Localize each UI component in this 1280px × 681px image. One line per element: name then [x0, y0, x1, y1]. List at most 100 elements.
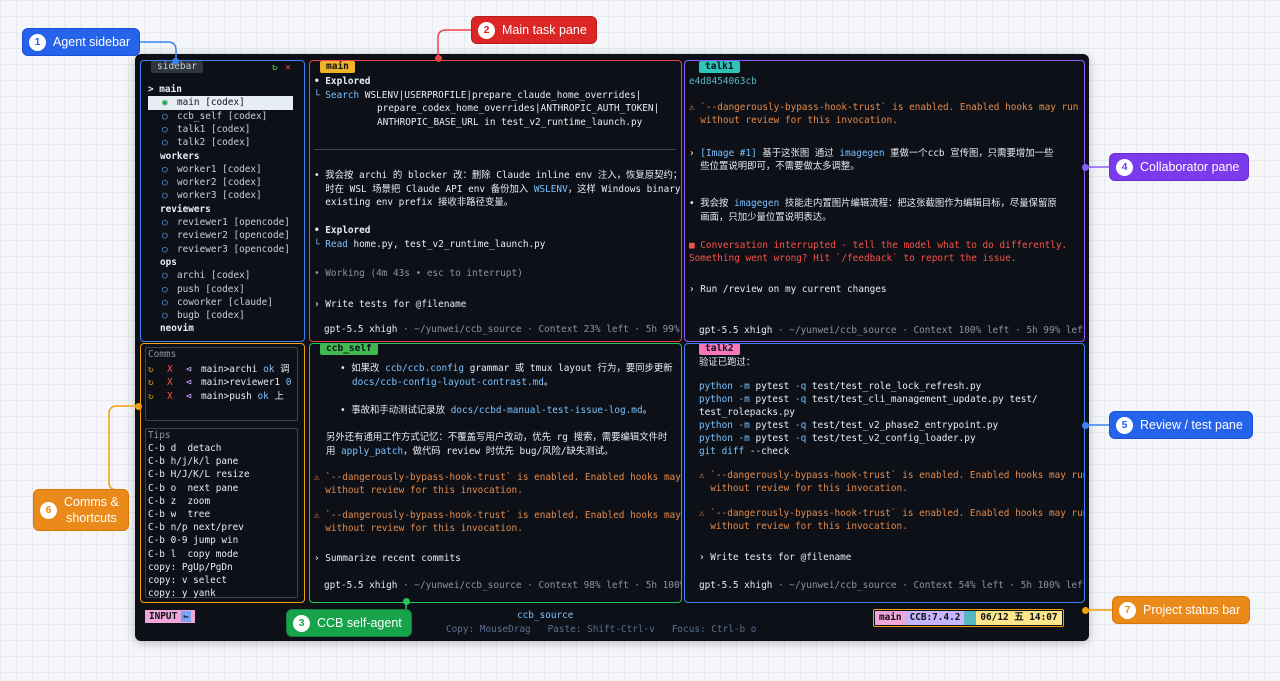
collaborator-pane[interactable]: talk1 e4d8454063cb ⚠ `--dangerously-bypa… [684, 60, 1085, 342]
cmd-flag: -m [732, 433, 750, 444]
cmd-module: pytest [749, 394, 790, 405]
callout-label: Agent sidebar [53, 35, 131, 49]
agent-status-icon: ○ [162, 283, 168, 295]
cmd-program: python [699, 381, 733, 392]
callout-comms-shortcuts: 6 Comms & shortcuts [33, 489, 129, 531]
context-status: Context 23% left · 5h 99% left ·… [538, 324, 680, 335]
image-prompt-2: 些位置说明即可，不需要做太多调整。 [689, 161, 860, 172]
sidebar-item-label: talk2 [codex] [177, 137, 251, 149]
shortcut-tip: C-b H/J/K/L resize [148, 469, 250, 481]
tab-talk1[interactable]: talk1 [699, 61, 740, 73]
sidebar-item[interactable]: ○ push [codex] [148, 283, 293, 296]
comms-box: Comms ↻ X ⊲ main>archi ok 调 ↻ X ⊲ main>reviewer1 0… [145, 347, 298, 421]
shortcut-tip: C-b d detach [148, 443, 222, 454]
close-icon[interactable]: ✕ [285, 61, 291, 74]
sidebar-item-label: coworker [claude] [177, 296, 273, 308]
bullet-issue-tail: 。 [642, 405, 652, 416]
search-terms: WSLENV|USERPROFILE|prepare_claude_home_o… [359, 90, 642, 101]
issue-log-highlight: docs/ccbd-manual-test-issue-log.md [450, 405, 643, 416]
talk2-prompt[interactable]: › Write tests for @filename [699, 551, 851, 564]
input-mode-label: INPUT [149, 611, 178, 622]
shortcut-tip: C-b n/p next/prev [148, 522, 244, 534]
cmd-module: pytest [749, 381, 790, 392]
agent-status-icon: ○ [162, 110, 168, 122]
tab-main[interactable]: main [320, 61, 355, 73]
reply-tail: 技能走内置图片编辑流程：把这张截图作为编辑目标，尽量保留原 [779, 198, 1057, 209]
tab-ccb-self[interactable]: ccb_self [320, 344, 378, 355]
plan-line-2-text: 时在 WSL 场景把 Claude API env 备份加入 [314, 184, 534, 195]
review-prompt[interactable]: › Run /review on my current changes [689, 283, 887, 296]
callout-label: Main task pane [502, 23, 587, 37]
cmd-program: python [699, 394, 733, 405]
sidebar-item[interactable]: ○ ccb_self [codex] [148, 110, 293, 123]
sidebar-item[interactable]: ○ bugb [codex] [148, 309, 293, 322]
command-line: python -m pytest -q test/test_v2_phase2_… [699, 419, 998, 432]
sidebar-item[interactable]: ○ worker2 [codex] [148, 176, 293, 189]
project-status-bar: INPUT ⌙ ccb_source Copy: MouseDrag Paste:… [135, 607, 1089, 641]
terminal-window: sidebar ↻ ✕ > main ◉ main [codex] ○ ccb_self… [135, 54, 1089, 641]
tab-talk2[interactable]: talk2 [699, 344, 740, 355]
sidebar-item[interactable]: ○ reviewer1 [opencode] [148, 216, 293, 229]
agent-status-icon: ○ [162, 177, 168, 189]
active-agent-icon: ◉ [162, 97, 168, 109]
comms-shortcuts-pane: Comms ↻ X ⊲ main>archi ok 调 ↻ X ⊲ main>reviewer1 0… [140, 343, 305, 603]
sidebar-group-2: reviewers [160, 203, 211, 215]
sidebar-item[interactable]: ○ archi [codex] [148, 269, 293, 282]
sidebar-item[interactable]: ○ reviewer3 [opencode] [148, 243, 293, 256]
review-test-pane[interactable]: talk2 验证已跑过： python -m pytest -q test/te… [684, 343, 1085, 603]
shortcut-tip: C-b 0-9 jump win [148, 535, 239, 547]
send-arrow-icon: ⊲ [186, 364, 192, 375]
ccb-self-pane[interactable]: ccb_self • 如果改 ccb/ccb.config grammar 或 … [309, 343, 682, 603]
memory-line-2: 用 apply_patch，做代码 review 时优先 bug/风险/缺失测试… [326, 445, 613, 458]
interrupted-notice: ■ Conversation interrupted - tell the mo… [689, 240, 1068, 251]
talk1-model: gpt-5.5 xhigh [699, 325, 773, 336]
sidebar-item[interactable]: ○ coworker [claude] [148, 296, 293, 309]
callout-number: 2 [478, 21, 495, 39]
callout-number: 4 [1116, 158, 1133, 176]
sidebar-item-label: reviewer3 [opencode] [177, 243, 290, 255]
fail-icon: X [167, 390, 173, 402]
bullet-config-text: • 如果改 [340, 363, 386, 374]
refresh-icon[interactable]: ↻ [272, 61, 278, 74]
sidebar-item[interactable]: ○ reviewer2 [opencode] [148, 229, 293, 242]
sidebar-item[interactable]: ○ talk2 [codex] [148, 136, 293, 149]
comms-status: ok [263, 364, 275, 375]
explored-label: • Explored [314, 76, 371, 87]
sidebar-item-label: push [codex] [177, 283, 245, 295]
sidebar-item[interactable]: ○ worker3 [codex] [148, 189, 293, 202]
shortcut-tip: C-b h/j/k/l pane [148, 456, 239, 468]
comms-status: ok [257, 390, 269, 402]
layout-doc-highlight: docs/ccb-config-layout-contrast.md [352, 377, 544, 388]
refresh-icon: ↻ [148, 390, 154, 402]
agent-status-icon: ○ [162, 123, 168, 135]
callout-number: 3 [293, 614, 310, 632]
sidebar-item-label: worker2 [codex] [177, 177, 262, 189]
ccb-prompt[interactable]: › Summarize recent commits [314, 552, 461, 565]
main-task-pane[interactable]: main • Explored └ Search WSLENV|USERPROF… [309, 60, 682, 342]
leader-dot-ccb [403, 598, 410, 605]
ccb-hook-warning-1: ⚠ `--dangerously-bypass-hook-trust` is e… [314, 472, 682, 483]
image-prompt: › [Image #1] 基于这张图 通过 imagegen 重做一个ccb 宣… [689, 147, 1053, 160]
image-attachment-tag: [Image #1] [700, 148, 757, 159]
sidebar-item[interactable]: ◉ main [codex] [148, 96, 293, 110]
datetime-badge: 06/12 五 14:07 [976, 611, 1062, 625]
prompt-input[interactable]: › Write tests for @filename [314, 298, 466, 311]
agent-status-icon: ○ [162, 310, 168, 322]
comms-title: Comms [148, 349, 177, 360]
cmd-program: git [699, 446, 716, 457]
send-arrow-icon: ⊲ [186, 377, 192, 389]
refresh-icon: ↻ [148, 377, 154, 389]
cmd-args: test/test_v2_phase2_entrypoint.py [806, 420, 999, 431]
callout-collaborator-pane: 4 Collaborator pane [1109, 153, 1250, 181]
shortcut-tip: C-b l copy mode [148, 548, 239, 560]
image-prompt-text: 基于这张图 通过 [756, 148, 840, 159]
bullet-issue-log: • 事故和手动测试记录放 docs/ccbd-manual-test-issue… [340, 404, 652, 417]
sidebar-item[interactable]: ○ worker1 [codex] [148, 163, 293, 176]
agent-status-icon: ○ [162, 190, 168, 202]
sidebar-group-3: ops [160, 256, 177, 268]
sidebar-item[interactable]: ○ talk1 [codex] [148, 123, 293, 136]
read-keyword: └ Read [314, 239, 348, 250]
leader-dot-collab [1082, 164, 1089, 171]
agent-status-icon: ○ [162, 217, 168, 228]
bullet-config-2: docs/ccb-config-layout-contrast.md。 [352, 376, 553, 389]
